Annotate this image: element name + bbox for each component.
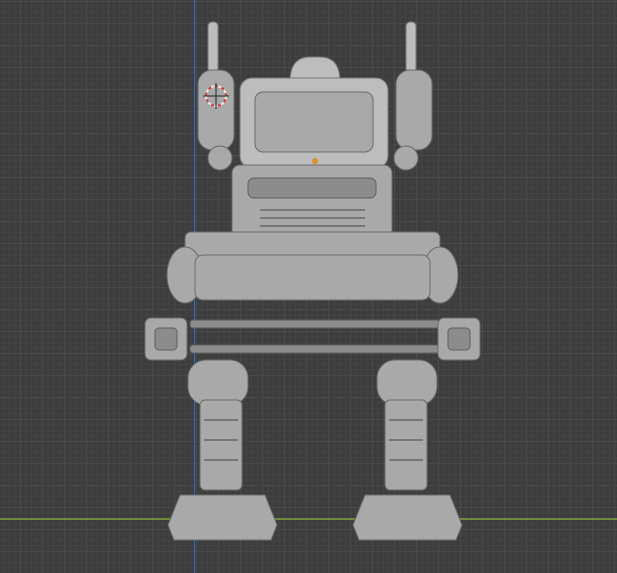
mech-model[interactable] <box>0 0 617 573</box>
right-antenna <box>393 21 433 171</box>
hip-assembly <box>144 231 481 361</box>
left-leg <box>167 359 278 541</box>
torso <box>231 56 393 246</box>
object-origin-icon <box>312 158 318 164</box>
3d-viewport[interactable] <box>0 0 617 573</box>
right-leg <box>352 359 463 541</box>
